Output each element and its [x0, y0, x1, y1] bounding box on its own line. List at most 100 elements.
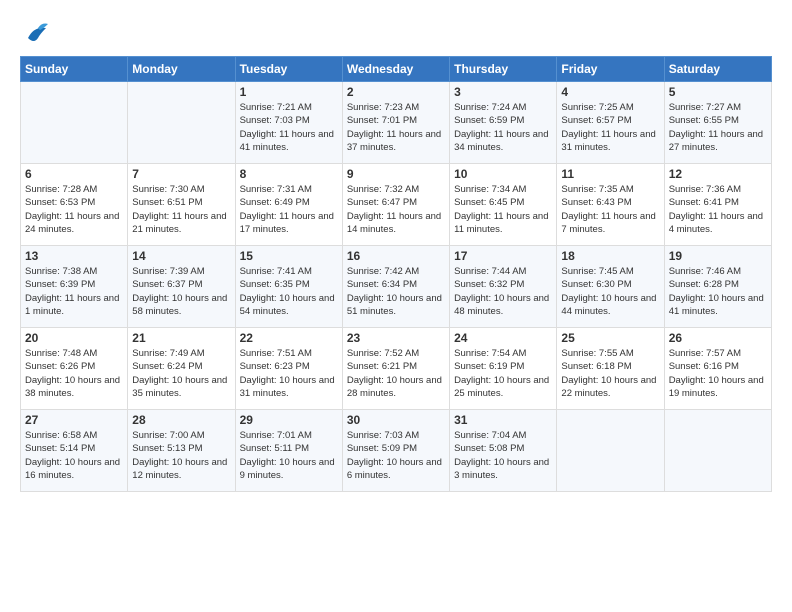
calendar-table: SundayMondayTuesdayWednesdayThursdayFrid… [20, 56, 772, 492]
calendar-cell: 19 Sunrise: 7:46 AMSunset: 6:28 PMDayligh… [664, 246, 771, 328]
day-info: Sunrise: 7:00 AMSunset: 5:13 PMDaylight:… [132, 429, 230, 482]
calendar-cell: 7 Sunrise: 7:30 AMSunset: 6:51 PMDaylight… [128, 164, 235, 246]
calendar-cell: 21Sunrise: 7:49 AMSunset: 6:24 PMDayligh… [128, 328, 235, 410]
calendar-cell: 14 Sunrise: 7:39 AMSunset: 6:37 PMDayligh… [128, 246, 235, 328]
day-info: Sunrise: 7:30 AMSunset: 6:51 PMDaylight:… [132, 183, 230, 236]
calendar-cell: 13Sunrise: 7:38 AMSunset: 6:39 PMDayligh… [21, 246, 128, 328]
calendar-cell: 5 Sunrise: 7:27 AMSunset: 6:55 PMDaylight… [664, 82, 771, 164]
day-info: Sunrise: 7:25 AMSunset: 6:57 PMDaylight:… [561, 101, 659, 154]
day-number: 10 [454, 167, 552, 181]
logo [20, 18, 56, 50]
day-info: Sunrise: 7:01 AMSunset: 5:11 PMDaylight:… [240, 429, 338, 482]
day-number: 21 [132, 331, 230, 345]
header-cell-wednesday: Wednesday [342, 57, 449, 82]
calendar-cell: 31 Sunrise: 7:04 AMSunset: 5:08 PMDayligh… [450, 410, 557, 492]
day-info: Sunrise: 7:23 AMSunset: 7:01 PMDaylight:… [347, 101, 445, 154]
day-number: 1 [240, 85, 338, 99]
week-row-3: 13Sunrise: 7:38 AMSunset: 6:39 PMDayligh… [21, 246, 772, 328]
calendar-cell: 30Sunrise: 7:03 AMSunset: 5:09 PMDayligh… [342, 410, 449, 492]
day-number: 29 [240, 413, 338, 427]
day-info: Sunrise: 7:39 AMSunset: 6:37 PMDaylight:… [132, 265, 230, 318]
calendar-cell: 22 Sunrise: 7:51 AMSunset: 6:23 PMDayligh… [235, 328, 342, 410]
day-info: Sunrise: 7:28 AMSunset: 6:53 PMDaylight:… [25, 183, 123, 236]
day-number: 5 [669, 85, 767, 99]
calendar-cell: 24 Sunrise: 7:54 AMSunset: 6:19 PMDayligh… [450, 328, 557, 410]
header [20, 18, 772, 50]
day-number: 23 [347, 331, 445, 345]
day-number: 12 [669, 167, 767, 181]
calendar-cell: 25 Sunrise: 7:55 AMSunset: 6:18 PMDayligh… [557, 328, 664, 410]
day-info: Sunrise: 7:55 AMSunset: 6:18 PMDaylight:… [561, 347, 659, 400]
calendar-cell: 27Sunrise: 6:58 AMSunset: 5:14 PMDayligh… [21, 410, 128, 492]
day-info: Sunrise: 7:35 AMSunset: 6:43 PMDaylight:… [561, 183, 659, 236]
day-number: 27 [25, 413, 123, 427]
header-cell-monday: Monday [128, 57, 235, 82]
header-cell-friday: Friday [557, 57, 664, 82]
day-info: Sunrise: 7:44 AMSunset: 6:32 PMDaylight:… [454, 265, 552, 318]
day-number: 25 [561, 331, 659, 345]
day-info: Sunrise: 7:24 AMSunset: 6:59 PMDaylight:… [454, 101, 552, 154]
calendar-cell: 23Sunrise: 7:52 AMSunset: 6:21 PMDayligh… [342, 328, 449, 410]
day-number: 20 [25, 331, 123, 345]
day-number: 19 [669, 249, 767, 263]
day-number: 26 [669, 331, 767, 345]
calendar-cell: 12 Sunrise: 7:36 AMSunset: 6:41 PMDayligh… [664, 164, 771, 246]
calendar-cell: 26 Sunrise: 7:57 AMSunset: 6:16 PMDayligh… [664, 328, 771, 410]
calendar-cell: 29 Sunrise: 7:01 AMSunset: 5:11 PMDayligh… [235, 410, 342, 492]
calendar-cell: 15 Sunrise: 7:41 AMSunset: 6:35 PMDayligh… [235, 246, 342, 328]
day-number: 8 [240, 167, 338, 181]
day-info: Sunrise: 7:36 AMSunset: 6:41 PMDaylight:… [669, 183, 767, 236]
day-number: 6 [25, 167, 123, 181]
day-number: 17 [454, 249, 552, 263]
header-cell-saturday: Saturday [664, 57, 771, 82]
day-number: 13 [25, 249, 123, 263]
calendar-cell: 16 Sunrise: 7:42 AMSunset: 6:34 PMDayligh… [342, 246, 449, 328]
calendar-cell: 8 Sunrise: 7:31 AMSunset: 6:49 PMDaylight… [235, 164, 342, 246]
day-number: 31 [454, 413, 552, 427]
day-number: 15 [240, 249, 338, 263]
day-info: Sunrise: 7:31 AMSunset: 6:49 PMDaylight:… [240, 183, 338, 236]
day-info: Sunrise: 7:04 AMSunset: 5:08 PMDaylight:… [454, 429, 552, 482]
day-info: Sunrise: 7:48 AMSunset: 6:26 PMDaylight:… [25, 347, 123, 400]
day-number: 30 [347, 413, 445, 427]
day-number: 3 [454, 85, 552, 99]
calendar-cell: 17 Sunrise: 7:44 AMSunset: 6:32 PMDayligh… [450, 246, 557, 328]
day-number: 18 [561, 249, 659, 263]
page: SundayMondayTuesdayWednesdayThursdayFrid… [0, 0, 792, 502]
calendar-cell: 11 Sunrise: 7:35 AMSunset: 6:43 PMDayligh… [557, 164, 664, 246]
week-row-2: 6 Sunrise: 7:28 AMSunset: 6:53 PMDaylight… [21, 164, 772, 246]
day-number: 28 [132, 413, 230, 427]
day-number: 24 [454, 331, 552, 345]
day-info: Sunrise: 7:57 AMSunset: 6:16 PMDaylight:… [669, 347, 767, 400]
calendar-cell: 20 Sunrise: 7:48 AMSunset: 6:26 PMDayligh… [21, 328, 128, 410]
day-number: 14 [132, 249, 230, 263]
day-info: Sunrise: 7:46 AMSunset: 6:28 PMDaylight:… [669, 265, 767, 318]
day-number: 16 [347, 249, 445, 263]
calendar-cell: 1 Sunrise: 7:21 AMSunset: 7:03 PMDaylight… [235, 82, 342, 164]
header-cell-sunday: Sunday [21, 57, 128, 82]
day-number: 11 [561, 167, 659, 181]
day-info: Sunrise: 7:32 AMSunset: 6:47 PMDaylight:… [347, 183, 445, 236]
logo-icon [20, 18, 52, 50]
day-info: Sunrise: 7:21 AMSunset: 7:03 PMDaylight:… [240, 101, 338, 154]
header-cell-tuesday: Tuesday [235, 57, 342, 82]
week-row-5: 27Sunrise: 6:58 AMSunset: 5:14 PMDayligh… [21, 410, 772, 492]
calendar-cell: 2Sunrise: 7:23 AMSunset: 7:01 PMDaylight… [342, 82, 449, 164]
day-number: 9 [347, 167, 445, 181]
day-info: Sunrise: 7:41 AMSunset: 6:35 PMDaylight:… [240, 265, 338, 318]
day-info: Sunrise: 7:27 AMSunset: 6:55 PMDaylight:… [669, 101, 767, 154]
week-row-1: 1 Sunrise: 7:21 AMSunset: 7:03 PMDaylight… [21, 82, 772, 164]
day-info: Sunrise: 7:42 AMSunset: 6:34 PMDaylight:… [347, 265, 445, 318]
day-number: 7 [132, 167, 230, 181]
day-info: Sunrise: 7:54 AMSunset: 6:19 PMDaylight:… [454, 347, 552, 400]
calendar-cell: 28 Sunrise: 7:00 AMSunset: 5:13 PMDayligh… [128, 410, 235, 492]
calendar-cell: 10Sunrise: 7:34 AMSunset: 6:45 PMDayligh… [450, 164, 557, 246]
header-cell-thursday: Thursday [450, 57, 557, 82]
calendar-cell [21, 82, 128, 164]
calendar-cell: 6 Sunrise: 7:28 AMSunset: 6:53 PMDaylight… [21, 164, 128, 246]
day-number: 22 [240, 331, 338, 345]
calendar-cell [664, 410, 771, 492]
calendar-cell: 9 Sunrise: 7:32 AMSunset: 6:47 PMDaylight… [342, 164, 449, 246]
day-info: Sunrise: 7:51 AMSunset: 6:23 PMDaylight:… [240, 347, 338, 400]
calendar-cell [128, 82, 235, 164]
